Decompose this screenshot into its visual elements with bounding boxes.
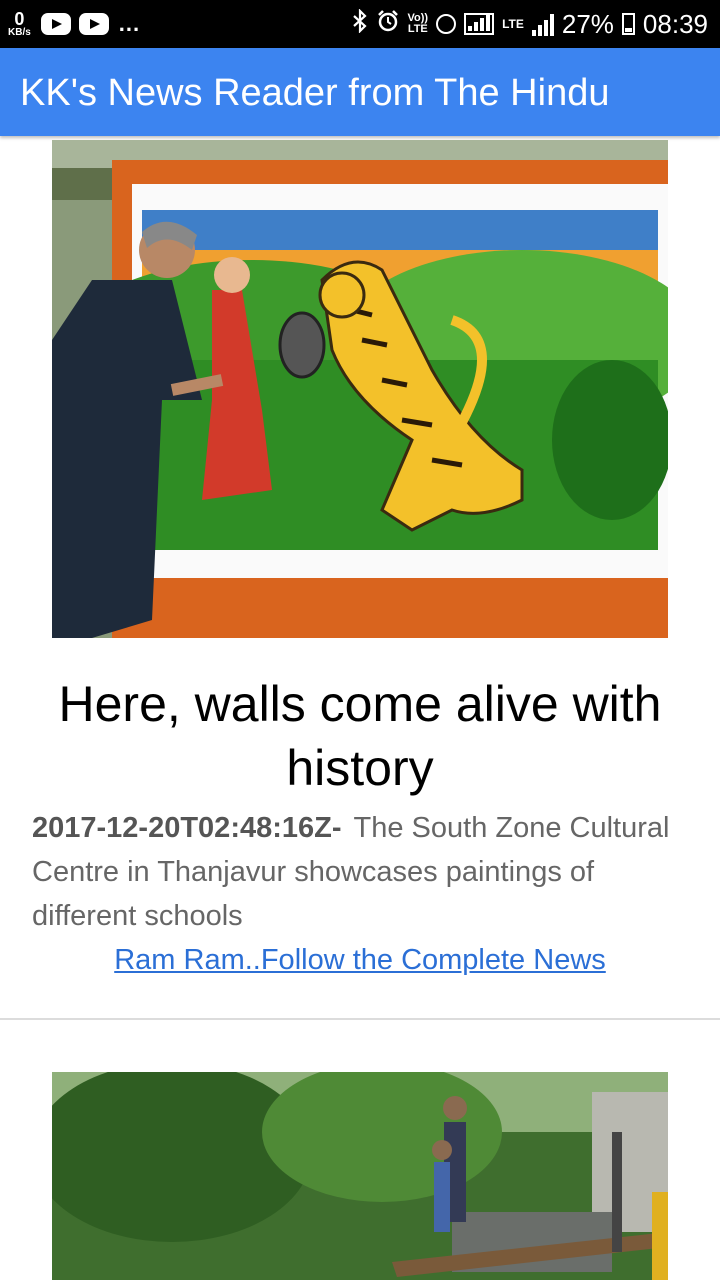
more-notifications-indicator: ... bbox=[118, 11, 141, 36]
lte-badge: LTE bbox=[502, 17, 524, 31]
article-image[interactable] bbox=[52, 1072, 668, 1280]
canal-crossing-photo bbox=[52, 1072, 668, 1280]
app-bar: KK's News Reader from The Hindu bbox=[0, 48, 720, 136]
youtube-notification-icon bbox=[78, 13, 109, 35]
clock: 08:39 bbox=[642, 8, 708, 39]
volte-lte-label: LTE bbox=[407, 23, 428, 35]
article-summary: 2017-12-20T02:48:16Z- The South Zone Cult… bbox=[32, 806, 672, 938]
youtube-notification-icon bbox=[40, 13, 71, 35]
network-speed: 0 KB/s bbox=[8, 10, 31, 38]
network-speed-value: 0 bbox=[14, 9, 25, 29]
news-card: Here, walls come alive with history 2017… bbox=[0, 136, 720, 1020]
news-feed[interactable]: Here, walls come alive with history 2017… bbox=[0, 136, 720, 1280]
signal-strength-icon-2 bbox=[531, 12, 554, 36]
alarm-icon bbox=[376, 9, 400, 39]
battery-icon bbox=[621, 13, 635, 35]
bluetooth-icon bbox=[352, 8, 368, 39]
volte-icon: Vo)) LTE bbox=[408, 13, 429, 35]
article-timestamp: 2017-12-20T02:48:16Z- bbox=[32, 812, 342, 844]
follow-news-link: Ram Ram..Follow the Complete News bbox=[0, 944, 720, 977]
signal-strength-icon bbox=[464, 13, 495, 35]
app-title: KK's News Reader from The Hindu bbox=[20, 72, 610, 114]
status-bar: 0 KB/s ... Vo)) LTE LTE 27% 08:39 bbox=[0, 0, 720, 48]
article-image[interactable] bbox=[52, 140, 668, 638]
news-card bbox=[0, 1020, 720, 1280]
article-headline[interactable]: Here, walls come alive with history bbox=[40, 672, 680, 800]
data-saver-icon bbox=[436, 14, 457, 34]
battery-percent: 27% bbox=[561, 8, 614, 39]
network-speed-unit: KB/s bbox=[8, 27, 31, 38]
follow-news-link-label[interactable]: Ram Ram..Follow the Complete News bbox=[114, 944, 606, 976]
mural-painting-photo bbox=[52, 140, 668, 638]
